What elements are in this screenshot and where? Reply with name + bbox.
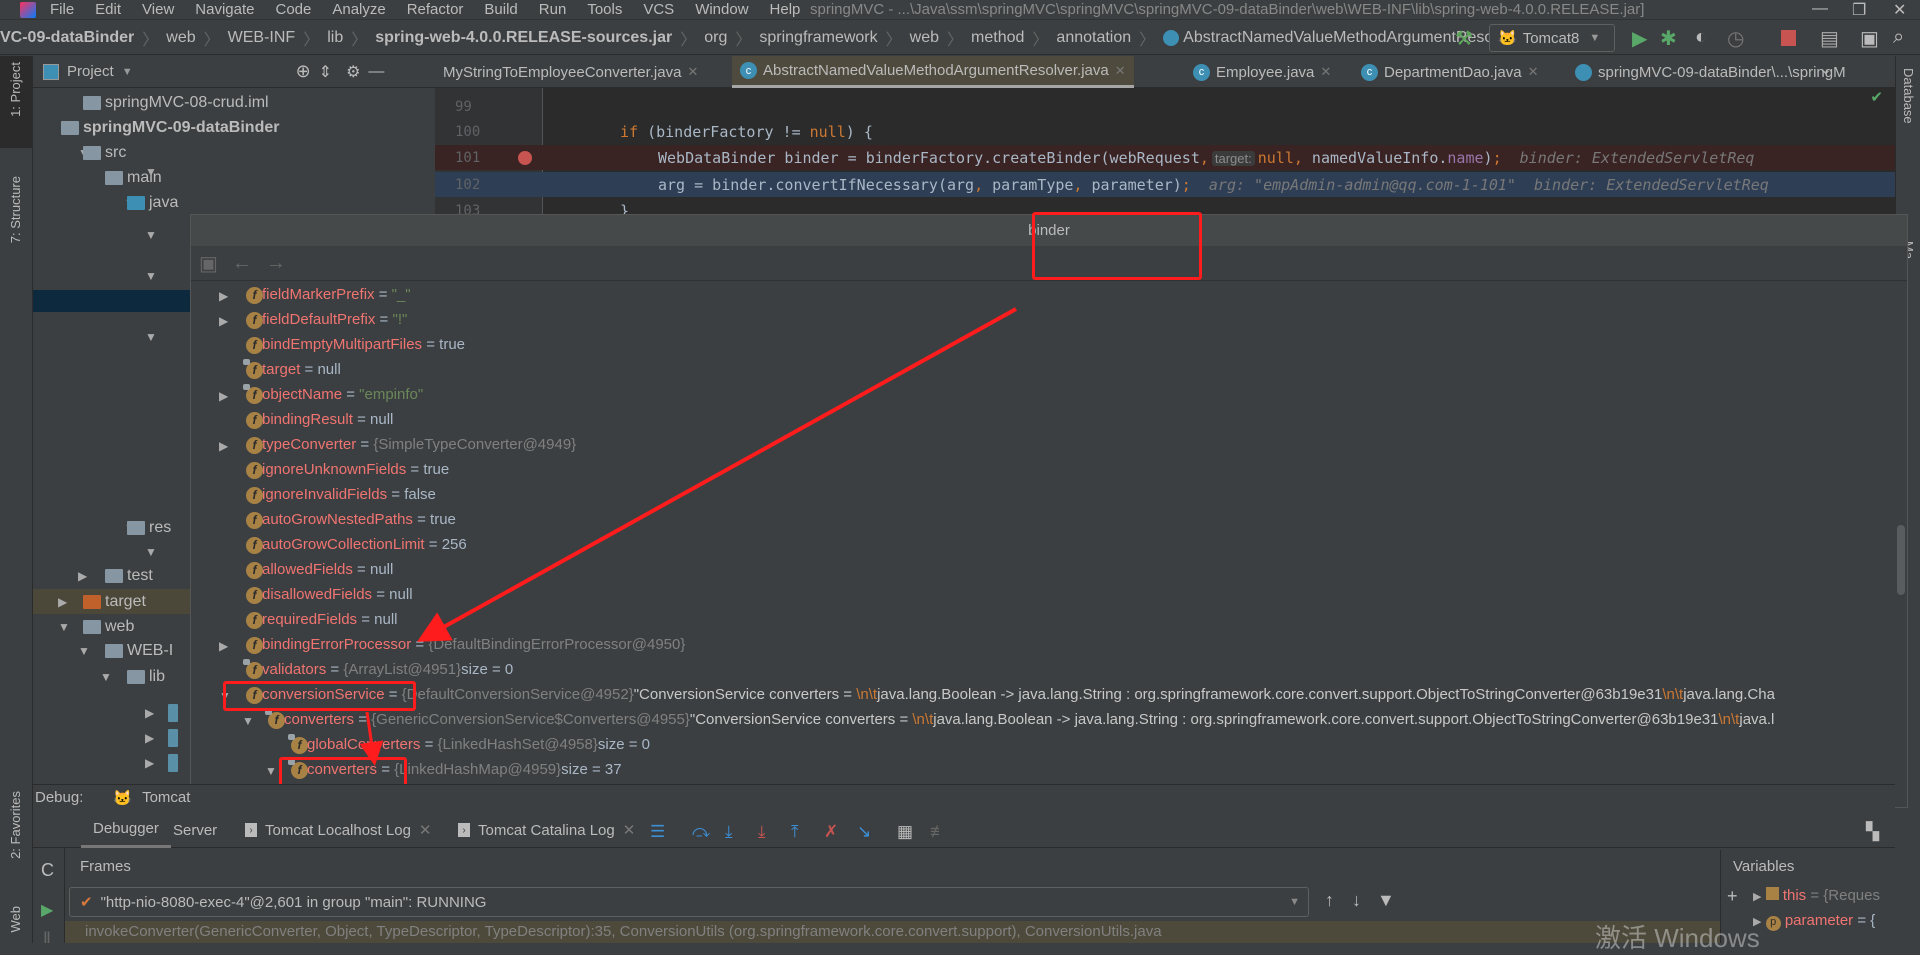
debug-session-tab[interactable]: Tomcat xyxy=(142,789,190,806)
pause-icon[interactable]: Ⅱ xyxy=(43,928,51,948)
step-out-icon[interactable]: ⤒ xyxy=(791,822,799,842)
frames-panel: Frames ✔ "http-nio-8080-exec-4"@2,601 in… xyxy=(65,850,1720,943)
variables-label: Variables xyxy=(1733,858,1795,875)
frame-label: invokeConverter(GenericConverter, Object… xyxy=(85,923,1162,940)
evaluate-expression-icon[interactable]: ▦ xyxy=(897,822,913,842)
debug-label: Debug: xyxy=(35,789,84,806)
close-icon[interactable]: ✕ xyxy=(419,821,432,839)
frame-down-icon[interactable]: ↓ xyxy=(1352,890,1361,911)
variable-row[interactable]: ▶ this = {Reques xyxy=(1753,887,1880,904)
tab-tomcat-catalina-log[interactable]: › Tomcat Catalina Log ✕ xyxy=(458,812,635,848)
show-execution-point-icon[interactable]: ☰ xyxy=(650,822,665,842)
tab-label: Server xyxy=(173,821,218,839)
variable-name: this xyxy=(1782,887,1807,904)
console-icon: › xyxy=(458,823,470,837)
check-icon: ✔ xyxy=(80,894,93,911)
thread-select[interactable]: ✔ "http-nio-8080-exec-4"@2,601 in group … xyxy=(69,887,1309,917)
step-over-icon[interactable]: ⤼ xyxy=(692,822,710,842)
variable-name: parameter xyxy=(1784,912,1854,929)
windows-activation-watermark: 激活 Windows xyxy=(1595,923,1760,953)
close-icon[interactable]: ✕ xyxy=(623,821,636,839)
resume-icon[interactable]: ▶ xyxy=(41,900,53,920)
force-step-into-icon[interactable]: ⤓ xyxy=(758,822,766,842)
variable-value: = {Reques xyxy=(1810,887,1880,904)
frame-row-selected[interactable]: invokeConverter(GenericConverter, Object… xyxy=(65,921,1720,943)
layout-settings-icon[interactable]: ▚ xyxy=(1866,822,1879,842)
drop-frame-icon[interactable]: ✗ xyxy=(824,822,838,842)
tab-tomcat-localhost-log[interactable]: › Tomcat Localhost Log ✕ xyxy=(245,812,432,848)
annotation-arrow-to-processor xyxy=(417,307,1017,642)
thread-label: "http-nio-8080-exec-4"@2,601 in group "m… xyxy=(100,893,487,911)
filter-icon[interactable]: ▼ xyxy=(1377,890,1395,911)
frames-label: Frames xyxy=(80,858,131,875)
object-icon xyxy=(1765,887,1779,900)
restart-icon[interactable]: C xyxy=(41,860,54,881)
console-icon: › xyxy=(245,823,257,837)
tab-label: Tomcat Catalina Log xyxy=(478,821,615,839)
annotation-arrow-to-converters xyxy=(359,711,384,766)
tab-server[interactable]: Server xyxy=(173,812,217,848)
parameter-icon: p xyxy=(1765,916,1781,931)
debug-tool-header: Debug: 🐱 Tomcat xyxy=(33,784,1895,810)
variable-row[interactable]: ▶ p parameter = { xyxy=(1753,912,1875,931)
debugger-tabs: Debugger Server › Tomcat Localhost Log ✕ ›… xyxy=(33,812,1895,848)
tomcat-icon: 🐱 xyxy=(113,789,133,807)
add-watch-icon[interactable]: + xyxy=(1727,886,1738,907)
variable-value: = { xyxy=(1857,912,1876,929)
tab-label: Debugger xyxy=(93,820,159,837)
step-into-icon[interactable]: ⤓ xyxy=(725,822,733,842)
run-to-cursor-icon[interactable]: ↘ xyxy=(857,822,871,842)
trace-icon[interactable]: ≢ xyxy=(930,822,947,842)
chevron-down-icon: ▼ xyxy=(1289,896,1300,908)
tab-debugger[interactable]: Debugger xyxy=(81,812,171,848)
tab-label: Tomcat Localhost Log xyxy=(265,821,411,839)
frame-up-icon[interactable]: ↑ xyxy=(1325,890,1334,911)
